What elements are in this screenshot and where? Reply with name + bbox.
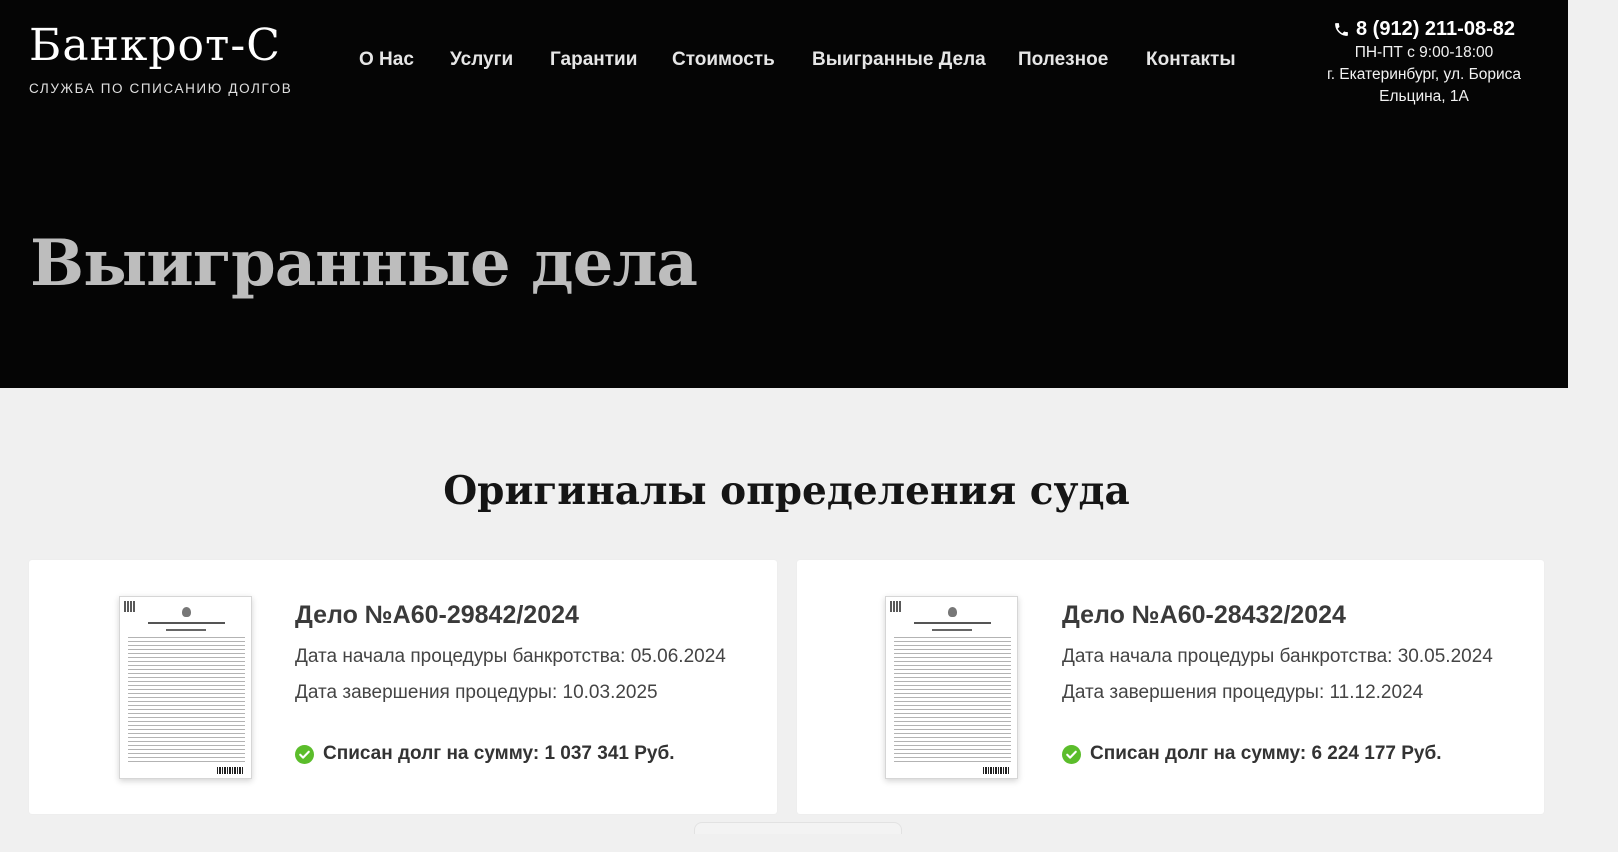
nav-item-about[interactable]: О Нас	[359, 49, 414, 71]
case-end-date: Дата завершения процедуры: 11.12.2024	[1062, 682, 1424, 703]
nav-item-guarantees[interactable]: Гарантии	[550, 49, 637, 71]
next-element-edge	[694, 822, 902, 834]
check-circle-icon	[295, 744, 314, 764]
court-document-thumbnail[interactable]	[885, 596, 1018, 779]
nav-item-useful[interactable]: Полезное	[1018, 49, 1108, 71]
phone-link[interactable]: 8 (912) 211-08-82	[1300, 16, 1548, 42]
nav-item-won-cases[interactable]: Выигранные Дела	[812, 49, 986, 71]
court-document-thumbnail[interactable]	[119, 596, 252, 779]
barcode-icon	[983, 767, 1009, 774]
nav-item-contacts[interactable]: Контакты	[1146, 49, 1236, 71]
case-end-date: Дата завершения процедуры: 10.03.2025	[295, 682, 658, 703]
case-card: Дело №А60-28432/2024 Дата начала процеду…	[797, 560, 1544, 814]
phone-number: 8 (912) 211-08-82	[1355, 18, 1515, 40]
section-title: Оригиналы определения суда	[443, 468, 1130, 514]
case-result-text: Списан долг на сумму: 6 224 177 Руб.	[1090, 743, 1442, 764]
logo-subtitle: СЛУЖБА ПО СПИСАНИЮ ДОЛГОВ	[29, 81, 293, 96]
hero-section: Банкрот-С СЛУЖБА ПО СПИСАНИЮ ДОЛГОВ О На…	[0, 0, 1568, 388]
emblem-icon	[182, 607, 191, 617]
work-hours: ПН-ПТ с 9:00-18:00	[1354, 44, 1494, 61]
contact-block: 8 (912) 211-08-82 ПН-ПТ с 9:00-18:00 г. …	[1300, 16, 1548, 108]
phone-icon	[1335, 22, 1348, 36]
barcode-icon	[217, 767, 243, 774]
case-result: Списан долг на сумму: 1 037 341 Руб.	[295, 743, 675, 765]
address-line-2: Ельцина, 1А	[1379, 88, 1469, 105]
case-title: Дело №А60-29842/2024	[295, 601, 579, 629]
case-result: Списан долг на сумму: 6 224 177 Руб.	[1062, 743, 1442, 765]
case-start-date: Дата начала процедуры банкротства: 30.05…	[1062, 646, 1493, 667]
emblem-icon	[948, 607, 957, 617]
qr-code-icon	[124, 601, 135, 612]
qr-code-icon	[890, 601, 901, 612]
nav-item-services[interactable]: Услуги	[450, 49, 513, 71]
site-logo[interactable]: Банкрот-С СЛУЖБА ПО СПИСАНИЮ ДОЛГОВ	[29, 20, 292, 96]
case-result-text: Списан долг на сумму: 1 037 341 Руб.	[323, 743, 675, 764]
case-card: Дело №А60-29842/2024 Дата начала процеду…	[29, 560, 777, 814]
page-title: Выигранные дела	[30, 226, 698, 301]
case-title: Дело №А60-28432/2024	[1062, 601, 1346, 629]
case-start-date: Дата начала процедуры банкротства: 05.06…	[295, 646, 726, 667]
logo-title: Банкрот-С	[29, 20, 281, 71]
nav-item-pricing[interactable]: Стоимость	[672, 49, 775, 71]
address-line-1: г. Екатеринбург, ул. Бориса	[1326, 66, 1522, 83]
check-circle-icon	[1062, 744, 1081, 764]
